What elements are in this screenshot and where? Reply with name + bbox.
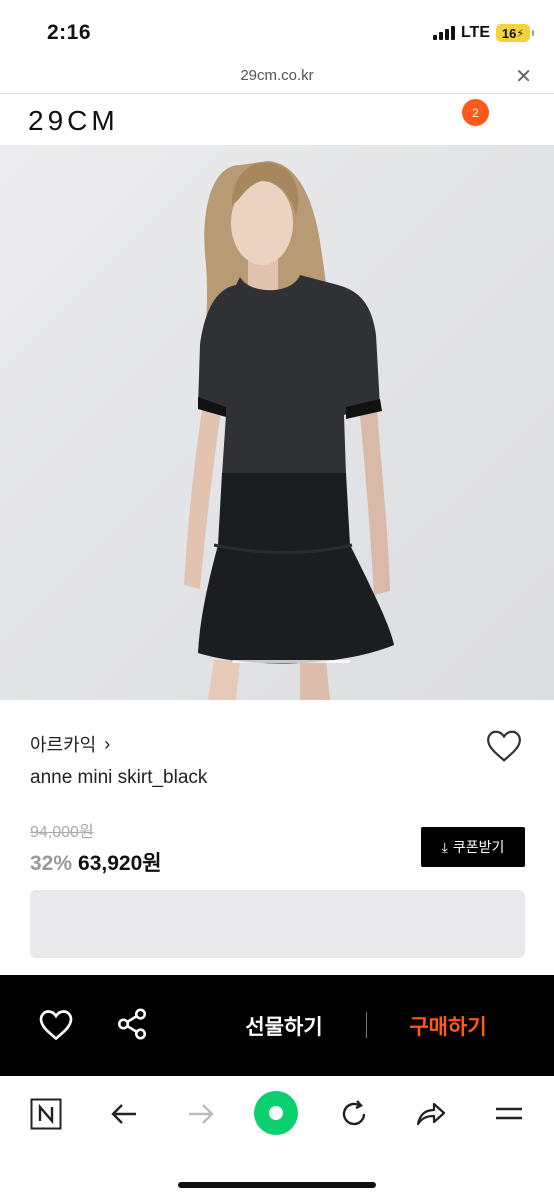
divider (366, 1012, 367, 1038)
price-row: 32% 63,920원 (30, 847, 162, 877)
url-bar[interactable]: 29cm.co.kr ✕ (0, 62, 554, 94)
logo[interactable]: 29CM (28, 105, 119, 137)
close-icon[interactable]: ✕ (515, 64, 532, 89)
share-icon[interactable] (411, 1094, 451, 1134)
menu-icon[interactable] (489, 1094, 529, 1134)
brand-name[interactable]: 아르카익 (30, 731, 96, 757)
naver-n-icon[interactable] (26, 1094, 66, 1134)
heart-icon[interactable] (38, 1008, 74, 1042)
brand-link[interactable]: 아르카익 › (30, 731, 110, 757)
forward-arrow-icon[interactable] (181, 1094, 221, 1134)
gift-button[interactable]: 선물하기 (228, 1011, 340, 1041)
buy-button[interactable]: 구매하기 (392, 1011, 504, 1041)
coupon-button[interactable]: ⤓ 쿠폰받기 (421, 827, 525, 867)
sale-price: 63,920원 (78, 852, 162, 875)
share-icon[interactable] (115, 1007, 149, 1041)
battery-level: 16 (501, 25, 517, 41)
info-placeholder-box (30, 890, 525, 958)
discount-rate: 32% (30, 852, 73, 875)
wishlist-heart-icon[interactable] (485, 728, 523, 764)
original-price: 94,000원 (30, 824, 94, 841)
status-time: 2:16 (47, 21, 92, 44)
chevron-right-icon: › (104, 733, 111, 754)
status-indicators: LTE 16 ⚡ (432, 24, 534, 42)
back-arrow-icon[interactable] (104, 1094, 144, 1134)
image-carousel-indicator (232, 660, 350, 663)
coupon-label: 쿠폰받기 (452, 839, 505, 855)
home-indicator (178, 1182, 376, 1188)
cart-badge[interactable]: 2 (462, 99, 489, 126)
action-bar: 선물하기 구매하기 (0, 975, 554, 1076)
model-illustration (184, 161, 394, 700)
reload-icon[interactable] (334, 1094, 374, 1134)
status-bar: 2:16 LTE 16 ⚡ (0, 0, 554, 62)
download-icon: ⤓ (441, 838, 448, 855)
green-home-icon[interactable] (253, 1090, 299, 1136)
product-image[interactable] (0, 145, 554, 700)
product-name: anne mini skirt_black (30, 767, 208, 788)
battery-icon: 16 ⚡ (496, 24, 534, 42)
signal-icon (432, 26, 455, 40)
network-label: LTE (460, 24, 490, 41)
url-text[interactable]: 29cm.co.kr (0, 67, 554, 84)
